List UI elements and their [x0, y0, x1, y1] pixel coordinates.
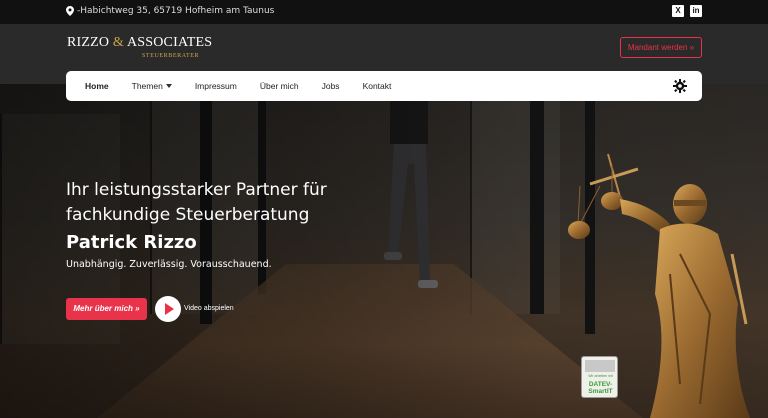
play-video-button[interactable] — [155, 296, 181, 322]
logo[interactable]: RIZZO & ASSOCIATES STEUERBERATER — [67, 35, 213, 59]
nav-item-impressum[interactable]: Impressum — [195, 81, 237, 91]
page: -Habichtweg 35, 65719 Hofheim am Taunus … — [0, 0, 768, 418]
address: -Habichtweg 35, 65719 Hofheim am Taunus — [66, 6, 274, 16]
badge-caption: Wir arbeiten mit — [588, 374, 613, 378]
top-info-bar: -Habichtweg 35, 65719 Hofheim am Taunus … — [0, 0, 768, 24]
become-client-button[interactable]: Mandant werden » — [620, 37, 702, 58]
social-links: X in — [672, 5, 702, 17]
nav-item-kontakt[interactable]: Kontakt — [363, 81, 392, 91]
hero-section: Ihr leistungsstarker Partner für fachkun… — [0, 84, 768, 418]
linkedin-icon[interactable]: in — [690, 5, 702, 17]
badge-seal — [585, 360, 615, 372]
nav-item-label: Jobs — [321, 81, 340, 91]
nav-item-label: Impressum — [194, 81, 237, 91]
play-icon — [165, 303, 174, 315]
hero-headline-line2: fachkundige Steuerberatung — [66, 205, 310, 225]
more-about-me-button[interactable]: Mehr über mich » — [66, 298, 147, 320]
gear-icon[interactable] — [673, 79, 687, 93]
chevron-down-icon — [165, 84, 172, 88]
nav-item-label: Home — [85, 81, 109, 91]
logo-ampersand: & — [112, 35, 125, 50]
badge-brand: DATEV- SmartIT — [585, 381, 616, 395]
location-pin-icon — [66, 6, 74, 16]
address-text: -Habichtweg 35, 65719 Hofheim am Taunus — [77, 6, 275, 16]
hero-name: Patrick Rizzo — [66, 232, 197, 253]
logo-name-part2: ASSOCIATES — [126, 35, 213, 50]
nav-item-jobs[interactable]: Jobs — [322, 81, 340, 91]
nav-item-label: Über mich — [259, 81, 299, 91]
main-nav: Home Themen Impressum Über mich Jobs Kon… — [66, 71, 702, 101]
datev-smartit-badge[interactable]: Wir arbeiten mit DATEV- SmartIT — [581, 356, 618, 398]
hero-tagline: Unabhängig. Zuverlässig. Vorausschauend. — [66, 259, 272, 270]
logo-name-part1: RIZZO — [67, 35, 110, 50]
hero-headline-line1: Ihr leistungsstarker Partner für — [66, 180, 327, 200]
nav-item-home[interactable]: Home — [85, 81, 109, 91]
logo-subtitle: STEUERBERATER — [142, 53, 200, 59]
nav-item-label: Kontakt — [362, 81, 392, 91]
play-video-label[interactable]: Video abspielen — [184, 305, 234, 312]
nav-item-ueber-mich[interactable]: Über mich — [260, 81, 299, 91]
badge-brand-line2: SmartIT — [588, 388, 613, 395]
nav-item-label: Themen — [131, 81, 163, 91]
xing-icon[interactable]: X — [672, 5, 684, 17]
nav-item-themen[interactable]: Themen — [132, 81, 172, 91]
badge-brand-line1: DATEV- — [588, 381, 613, 388]
